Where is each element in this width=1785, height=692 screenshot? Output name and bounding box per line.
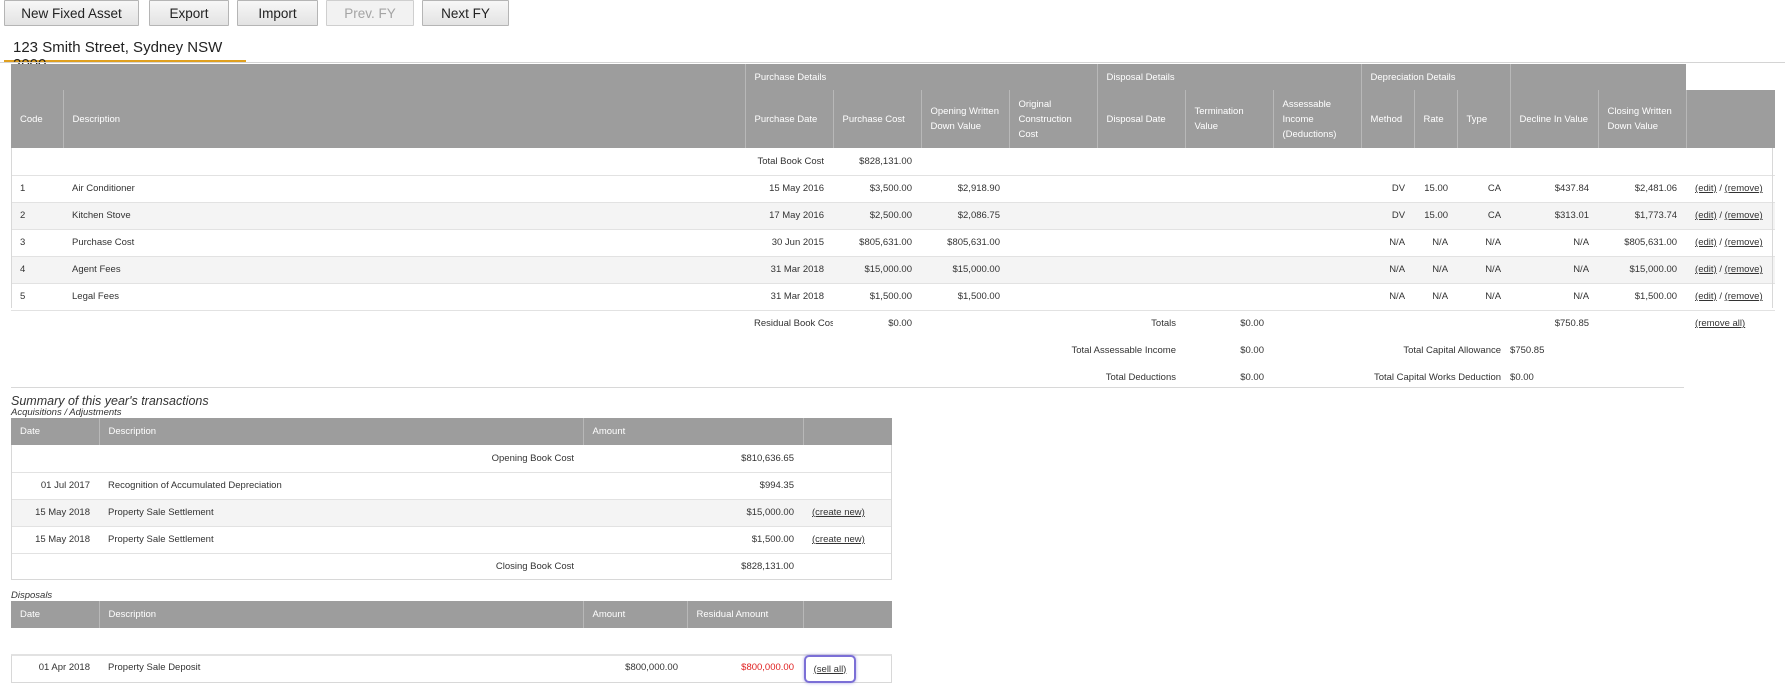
- assets-bottom-line: [11, 387, 1684, 388]
- export-button[interactable]: Export: [149, 0, 229, 26]
- depreciation-details-header: Depreciation Details: [1360, 64, 1511, 90]
- disposal-details-header: Disposal Details: [1096, 64, 1362, 90]
- tab-divider: [0, 62, 1785, 63]
- col-decline-in-value: Decline In Value: [1509, 90, 1599, 148]
- col-method: Method: [1360, 90, 1415, 148]
- header-spacer-right: [1509, 64, 1687, 90]
- totals-label: Totals: [1097, 309, 1185, 337]
- total-assessable-income-value: $0.00: [1240, 345, 1264, 356]
- disposals-frame: [11, 655, 892, 683]
- col-action: [802, 418, 892, 445]
- disposals-title: Disposals: [11, 590, 53, 601]
- col-closing-wdv: Closing Written Down Value: [1597, 90, 1687, 148]
- acquisitions-title: Acquisitions / Adjustments: [11, 407, 122, 418]
- total-assessable-income-label: Total Assessable Income: [1071, 345, 1176, 356]
- col-description: Description: [98, 601, 583, 628]
- sell-all-link[interactable]: (sell all): [814, 664, 847, 675]
- property-tab[interactable]: 123 Smith Street, Sydney NSW 2000: [4, 36, 246, 73]
- col-description: Description: [62, 90, 745, 148]
- col-residual-amount: Residual Amount: [686, 601, 803, 628]
- total-capital-allowance-value: $750.85: [1510, 345, 1545, 356]
- residual-book-cost-label: Residual Book Cost: [745, 309, 833, 337]
- remove-all-link[interactable]: (remove all): [1695, 318, 1745, 329]
- acquisitions-frame: [11, 445, 892, 580]
- col-description: Description: [98, 418, 583, 445]
- col-date: Date: [11, 418, 99, 445]
- total-capital-allowance-label: Total Capital Allowance: [1403, 345, 1502, 356]
- col-disposal-date: Disposal Date: [1096, 90, 1185, 148]
- col-actions: [1685, 90, 1776, 148]
- header-spacer: [11, 64, 745, 90]
- col-original-construction-cost: Original Construction Cost: [1008, 90, 1097, 148]
- totals-decline-in-value: $750.85: [1510, 309, 1599, 337]
- assets-frame: [11, 148, 1773, 308]
- col-amount: Amount: [582, 418, 803, 445]
- col-code: Code: [11, 90, 63, 148]
- summary-title: Summary of this year's transactions: [11, 394, 209, 408]
- col-termination-value: Termination Value: [1184, 90, 1273, 148]
- col-purchase-date: Purchase Date: [744, 90, 833, 148]
- residual-book-cost-value: $0.00: [833, 309, 921, 337]
- import-button[interactable]: Import: [237, 0, 318, 26]
- next-fy-button[interactable]: Next FY: [422, 0, 509, 26]
- totals-termination-value: $0.00: [1185, 309, 1273, 337]
- col-action: [802, 601, 892, 628]
- col-date: Date: [11, 601, 99, 628]
- header-blank: [1686, 64, 1776, 90]
- purchase-details-header: Purchase Details: [744, 64, 1097, 90]
- sell-all-button[interactable]: (sell all): [804, 655, 856, 683]
- col-rate: Rate: [1413, 90, 1458, 148]
- col-assessable-income: Assessable Income (Deductions): [1272, 90, 1362, 148]
- col-type: Type: [1456, 90, 1511, 148]
- col-purchase-cost: Purchase Cost: [832, 90, 921, 148]
- col-amount: Amount: [582, 601, 687, 628]
- new-fixed-asset-button[interactable]: New Fixed Asset: [4, 0, 139, 26]
- prev-fy-button[interactable]: Prev. FY: [326, 0, 414, 26]
- col-opening-wdv: Opening Written Down Value: [920, 90, 1009, 148]
